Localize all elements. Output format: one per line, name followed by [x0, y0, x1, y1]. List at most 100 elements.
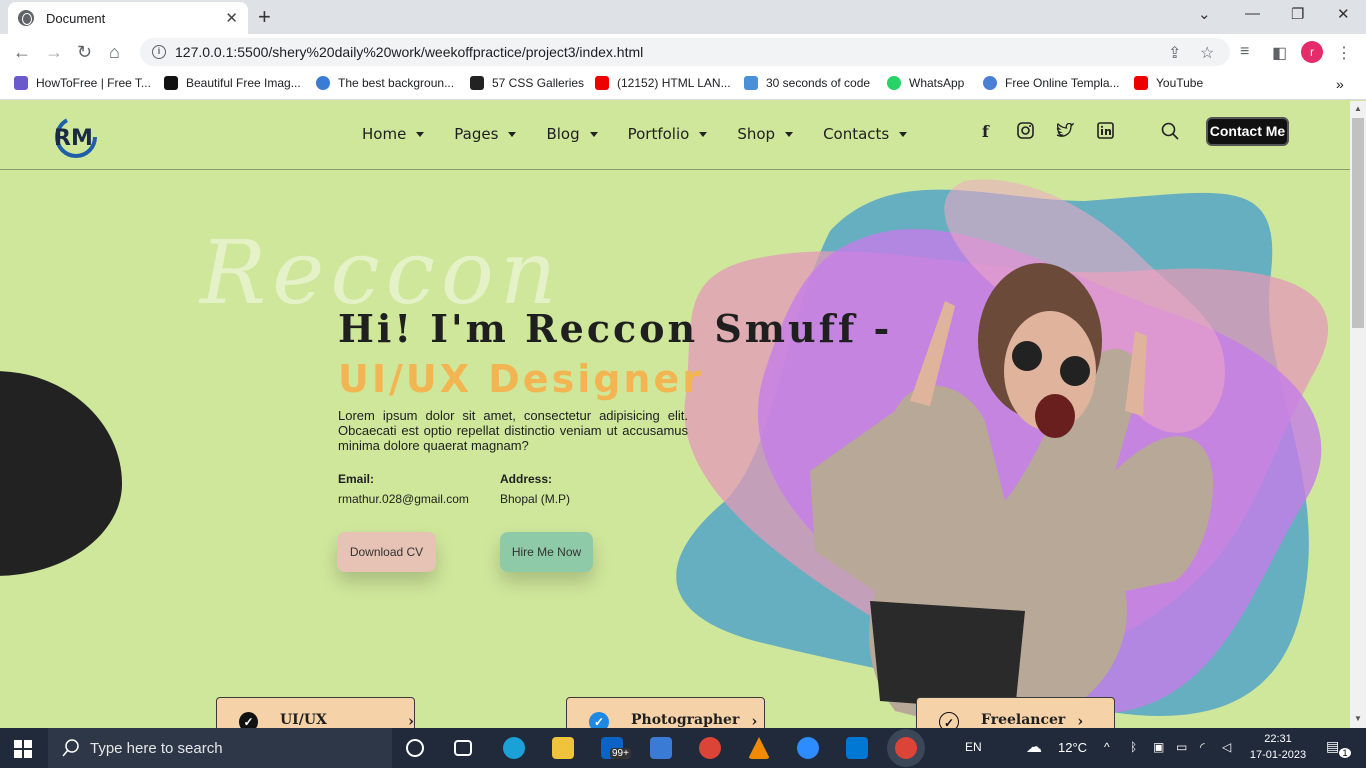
vlc-icon[interactable] [748, 737, 770, 759]
store-icon[interactable] [650, 737, 672, 759]
globe-icon [18, 10, 34, 26]
download-cv-button[interactable]: Download CV [337, 532, 436, 572]
battery-icon[interactable]: ▭ [1176, 740, 1187, 754]
bookmark-item[interactable]: Beautiful Free Imag... [164, 76, 301, 90]
weather-icon[interactable]: ☁ [1026, 737, 1042, 757]
bookmark-item[interactable]: HowToFree | Free T... [14, 76, 151, 90]
meet-icon[interactable]: ▣ [1153, 740, 1164, 754]
search-icon [62, 739, 79, 757]
check-circle-outline-icon: ✓ [939, 712, 959, 728]
side-panel-icon[interactable]: ◧ [1272, 43, 1287, 63]
bookmark-favicon-icon [164, 76, 178, 90]
chrome-active-icon[interactable] [895, 737, 917, 759]
bookmark-favicon-icon [14, 76, 28, 90]
service-card-uiux[interactable]: ✓ UI/UX Designer › [216, 697, 415, 728]
bookmark-item[interactable]: YouTube [1134, 76, 1203, 90]
bookmark-item[interactable]: The best backgroun... [316, 76, 454, 90]
facebook-icon[interactable]: f [982, 122, 989, 141]
bookmark-item[interactable]: Free Online Templa... [983, 76, 1120, 90]
mail-badge: 99+ [610, 748, 631, 759]
whatsapp-icon [887, 76, 901, 90]
email-value: rmathur.028@gmail.com [338, 492, 469, 506]
nav-item-pages[interactable]: Pages [454, 125, 517, 143]
hero-illustration [676, 179, 1329, 728]
reload-icon[interactable]: ↻ [77, 42, 92, 63]
scroll-up-icon[interactable]: ▲ [1354, 104, 1362, 113]
browser-tab[interactable]: Document ✕ [8, 2, 248, 34]
chrome-icon[interactable] [699, 737, 721, 759]
nav-item-shop[interactable]: Shop [737, 125, 794, 143]
bluetooth-icon[interactable]: ᛒ [1130, 740, 1137, 754]
reading-list-icon[interactable]: ≡ [1240, 43, 1249, 61]
cortana-icon[interactable] [406, 739, 424, 757]
scroll-down-icon[interactable]: ▼ [1354, 714, 1362, 723]
windows-start-icon[interactable] [14, 740, 32, 758]
close-tab-icon[interactable]: ✕ [225, 9, 238, 27]
more-bookmarks-icon[interactable]: » [1336, 76, 1344, 92]
clock[interactable]: 22:31 17-01-2023 [1248, 731, 1308, 763]
site-logo[interactable]: RM [50, 113, 102, 161]
bookmark-item[interactable]: 57 CSS Galleries [470, 76, 584, 90]
bookmark-item[interactable]: 30 seconds of code [744, 76, 870, 90]
share-icon[interactable]: ⇪ [1168, 43, 1181, 63]
notification-icon[interactable]: ▤ [1326, 738, 1339, 755]
language-indicator[interactable]: EN [965, 740, 982, 754]
weather-temp[interactable]: 12°C [1058, 740, 1087, 755]
vscode-icon[interactable] [846, 737, 868, 759]
window-close-icon[interactable]: ✕ [1337, 5, 1350, 23]
taskbar-search[interactable]: Type here to search [48, 728, 392, 768]
profile-avatar[interactable]: r [1301, 41, 1323, 63]
address-label: Address: [500, 472, 553, 486]
home-icon[interactable]: ⌂ [109, 42, 120, 63]
service-card-freelancer[interactable]: ✓ Freelancer › [916, 697, 1115, 728]
tab-search-icon[interactable]: ⌄ [1198, 5, 1211, 23]
search-icon[interactable] [1161, 122, 1179, 140]
contact-me-button[interactable]: Contact Me [1206, 117, 1289, 146]
bookmark-item[interactable]: WhatsApp [887, 76, 964, 90]
hero-headline: Hi! I'm Reccon Smuff - [338, 306, 893, 351]
web-page: RM Home Pages Blog Portfolio Shop Contac… [0, 101, 1350, 728]
tray-chevron-icon[interactable]: ^ [1104, 740, 1110, 754]
linkedin-icon[interactable] [1097, 122, 1114, 139]
site-info-icon[interactable]: i [152, 45, 166, 59]
hero-role: UI/UX Designer [338, 357, 704, 401]
restore-icon[interactable]: ❐ [1291, 5, 1304, 23]
new-tab-icon[interactable]: + [258, 4, 271, 30]
url-field[interactable]: i 127.0.0.1:5500/shery%20daily%20work/we… [140, 38, 1230, 66]
zoom-icon[interactable] [797, 737, 819, 759]
minimize-icon[interactable]: — [1245, 5, 1260, 22]
svg-text:RM: RM [54, 126, 93, 151]
hire-me-button[interactable]: Hire Me Now [500, 532, 593, 572]
chevron-right-icon: › [751, 712, 758, 728]
scrollbar-thumb[interactable] [1352, 118, 1364, 328]
chevron-right-icon: › [1077, 712, 1084, 728]
caret-down-icon [785, 131, 794, 137]
file-explorer-icon[interactable] [552, 737, 574, 759]
chevron-right-icon: › [408, 712, 414, 728]
service-card-photographer[interactable]: ✓ Photographer › [566, 697, 765, 728]
nav-item-contacts[interactable]: Contacts [823, 125, 908, 143]
nav-item-home[interactable]: Home [362, 125, 425, 143]
nav-item-blog[interactable]: Blog [546, 125, 598, 143]
url-text: 127.0.0.1:5500/shery%20daily%20work/week… [175, 44, 644, 60]
twitter-icon[interactable] [1056, 123, 1074, 138]
edge-icon[interactable] [503, 737, 525, 759]
menu-icon[interactable]: ⋮ [1336, 43, 1352, 63]
nav-item-portfolio[interactable]: Portfolio [628, 125, 708, 143]
forward-icon[interactable]: → [45, 42, 63, 63]
volume-icon[interactable]: ◁ [1222, 740, 1231, 754]
back-icon[interactable]: ← [13, 42, 31, 63]
bookmark-star-icon[interactable]: ☆ [1200, 43, 1214, 63]
task-view-icon[interactable] [454, 740, 472, 756]
notification-count: 1 [1339, 748, 1351, 758]
instagram-icon[interactable] [1017, 122, 1034, 139]
caret-down-icon [508, 131, 517, 137]
address-value: Bhopal (M.P) [500, 492, 571, 506]
windows-taskbar: Type here to search 99+ EN ☁ 12°C ^ ᛒ ▣ … [0, 728, 1366, 768]
caret-down-icon [699, 131, 708, 137]
wifi-icon[interactable]: ◜ [1200, 740, 1205, 754]
email-label: Email: [338, 472, 375, 486]
bookmark-favicon-icon [744, 76, 758, 90]
bookmark-item[interactable]: (12152) HTML LAN... [595, 76, 731, 90]
youtube-icon [595, 76, 609, 90]
